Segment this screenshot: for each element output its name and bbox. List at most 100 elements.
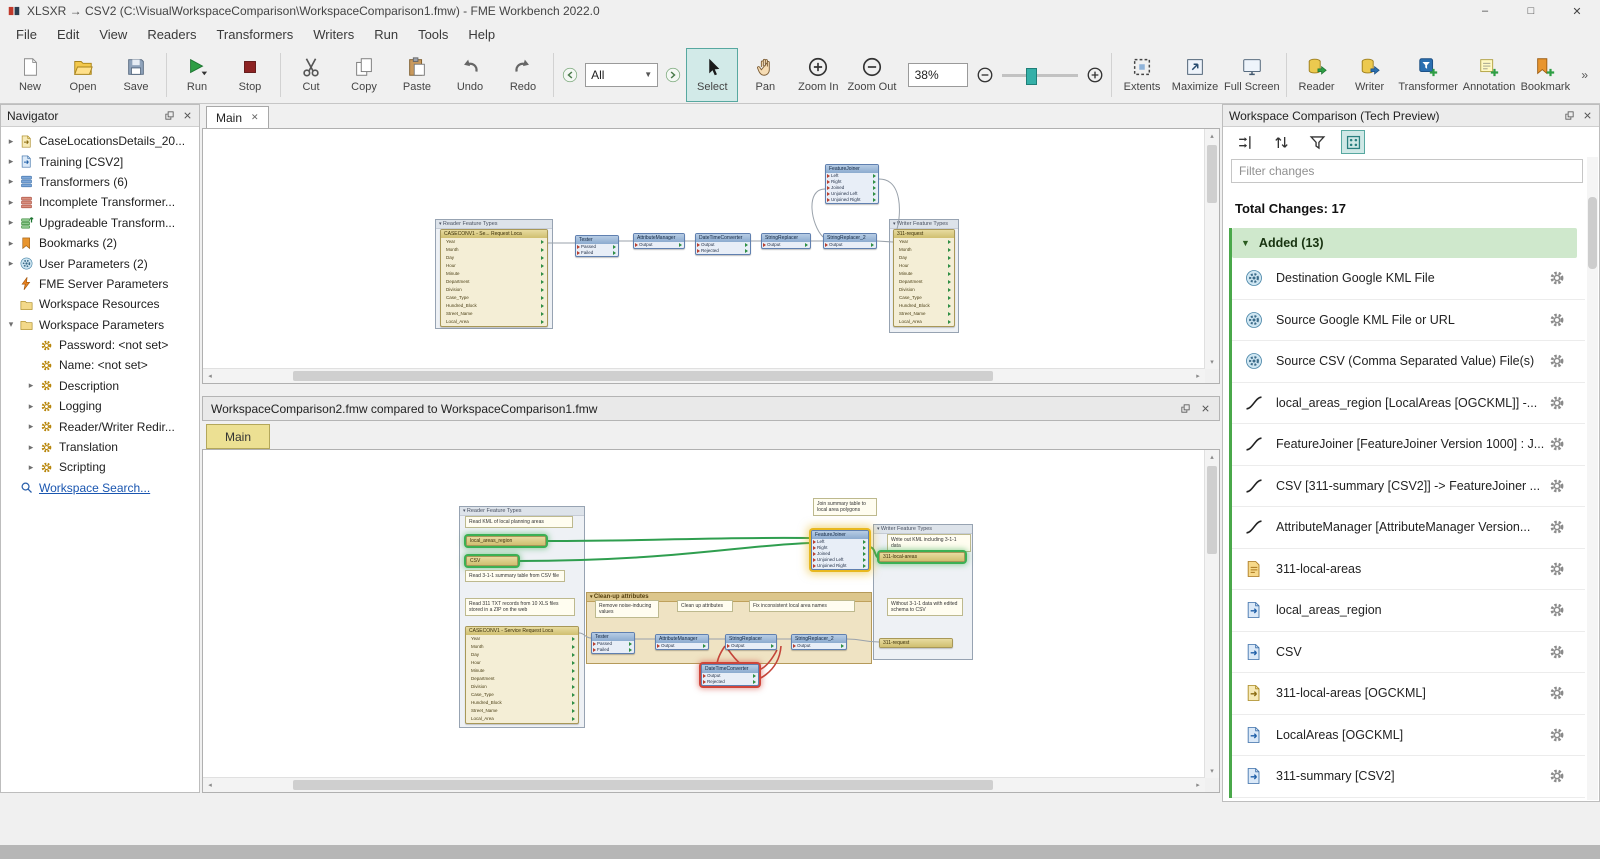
navigator-item-scripting[interactable]: ▸Scripting: [1, 457, 199, 477]
open-button[interactable]: Open: [57, 48, 109, 102]
gear-icon[interactable]: [1547, 517, 1567, 537]
gear-icon[interactable]: [1547, 310, 1567, 330]
change-item-311-summary-csv2[interactable]: 311-summary [CSV2]: [1232, 756, 1585, 798]
change-item-featurejoiner-featurejoiner-version-1000-j[interactable]: FeatureJoiner [FeatureJoiner Version 100…: [1232, 424, 1585, 466]
gear-icon[interactable]: [1547, 725, 1567, 745]
311-local-areas-writer-node[interactable]: 311-local-areas: [879, 552, 965, 562]
bookmark-button[interactable]: Bookmark: [1518, 48, 1572, 102]
workspace-canvas-1[interactable]: Reader Feature TypesWriter Feature Types…: [202, 128, 1220, 384]
toolbar-overflow-button[interactable]: »: [1573, 68, 1596, 82]
float-icon[interactable]: [1180, 403, 1191, 414]
change-item-csv[interactable]: CSV: [1232, 632, 1585, 674]
filter-changes-input[interactable]: [1231, 159, 1583, 183]
menu-view[interactable]: View: [89, 24, 137, 45]
annotation-button[interactable]: Annotation: [1461, 48, 1518, 102]
menu-edit[interactable]: Edit: [47, 24, 89, 45]
navigator-item-workspace-search[interactable]: Workspace Search...: [1, 478, 199, 498]
tester-node[interactable]: TesterPassedFailed: [591, 632, 635, 654]
highlight-on-canvas-button[interactable]: [1341, 130, 1365, 154]
navigator-item-fme-server-parameters[interactable]: FME Server Parameters: [1, 274, 199, 294]
bookmark-filter-dropdown[interactable]: All▼: [585, 63, 658, 87]
undo-button[interactable]: Undo: [444, 48, 496, 102]
annotation[interactable]: Without 3-1-1 data with edited schema to…: [887, 598, 963, 616]
filter-changes-button[interactable]: [1305, 130, 1329, 154]
local-areas-region-node[interactable]: local_areas_region: [466, 536, 546, 546]
stringreplacer-node[interactable]: StringReplacerOutput: [761, 233, 811, 249]
change-item-311-local-areas[interactable]: 311-local-areas: [1232, 549, 1585, 591]
menu-run[interactable]: Run: [364, 24, 408, 45]
zoom-slider-minus-button[interactable]: [973, 49, 997, 101]
stringreplacer2-node[interactable]: StringReplacer_2Output: [791, 634, 847, 650]
navigator-item-description[interactable]: ▸Description: [1, 376, 199, 396]
change-item-source-csv-comma-separated-value-file-s[interactable]: Source CSV (Comma Separated Value) File(…: [1232, 341, 1585, 383]
featurejoiner-node[interactable]: FeatureJoinerLeftRightJoinedUnjoined Lef…: [825, 164, 879, 204]
stringreplacer-node[interactable]: StringReplacerOutput: [725, 634, 777, 650]
menu-tools[interactable]: Tools: [408, 24, 458, 45]
tab-comparison-main[interactable]: Main: [206, 424, 270, 449]
csv-node[interactable]: CSV: [466, 556, 518, 566]
caseconv1-reader-node[interactable]: CASECONV1 - Se... Request LocaYearMonthD…: [440, 229, 548, 327]
menu-help[interactable]: Help: [458, 24, 505, 45]
annotation[interactable]: Fix inconsistent local area names: [749, 600, 855, 612]
sort-changes-button[interactable]: [1269, 130, 1293, 154]
annotation[interactable]: Clean up attributes: [677, 600, 733, 612]
gear-icon[interactable]: [1547, 476, 1567, 496]
navigator-item-user-parameters-2[interactable]: ▸User Parameters (2): [1, 253, 199, 273]
save-button[interactable]: Save: [110, 48, 162, 102]
chevron-right-icon[interactable]: ▸: [5, 136, 17, 147]
attributemanager-node[interactable]: AttributeManagerOutput: [633, 233, 685, 249]
merge-changes-button[interactable]: [1233, 130, 1257, 154]
close-icon[interactable]: [1582, 110, 1593, 121]
float-icon[interactable]: [1564, 110, 1575, 121]
menu-readers[interactable]: Readers: [137, 24, 206, 45]
menu-writers[interactable]: Writers: [303, 24, 364, 45]
navigator-item-reader-writer-redir[interactable]: ▸Reader/Writer Redir...: [1, 416, 199, 436]
cut-button[interactable]: Cut: [285, 48, 337, 102]
zoom-in-button[interactable]: Zoom In: [792, 48, 844, 102]
next-bookmark-button[interactable]: [661, 49, 685, 101]
311-request-writer-node[interactable]: 311-request: [879, 638, 953, 648]
change-item-local-areas-region-localareas-ogckml[interactable]: local_areas_region [LocalAreas [OGCKML]]…: [1232, 383, 1585, 425]
annotation[interactable]: Read 3-1-1 summary table from CSV file: [465, 570, 565, 582]
chevron-right-icon[interactable]: ▸: [5, 217, 17, 228]
zoom-slider[interactable]: [1002, 63, 1078, 87]
stop-button[interactable]: Stop: [224, 48, 276, 102]
change-item-311-local-areas-ogckml[interactable]: 311-local-areas [OGCKML]: [1232, 673, 1585, 715]
zoom-level-input[interactable]: 38%: [908, 63, 968, 87]
gear-icon[interactable]: [1547, 642, 1567, 662]
datetimeconverter-node[interactable]: DateTimeConverterOutputRejected: [701, 664, 759, 686]
navigator-item-upgradeable-transform[interactable]: ▸Upgradeable Transform...: [1, 213, 199, 233]
stringreplacer2-node[interactable]: StringReplacer_2Output: [823, 233, 877, 249]
vertical-scrollbar[interactable]: ▴ ▾: [1204, 129, 1219, 369]
navigator-item-bookmarks-2[interactable]: ▸Bookmarks (2): [1, 233, 199, 253]
maximize-button[interactable]: Maximize: [1169, 48, 1221, 102]
horizontal-scrollbar[interactable]: ◂ ▸: [203, 368, 1205, 383]
new-button[interactable]: New: [4, 48, 56, 102]
change-item-source-google-kml-file-or-url[interactable]: Source Google KML File or URL: [1232, 300, 1585, 342]
navigator-item-workspace-parameters[interactable]: ▾Workspace Parameters: [1, 315, 199, 335]
chevron-right-icon[interactable]: ▸: [5, 258, 17, 269]
gear-icon[interactable]: [1547, 393, 1567, 413]
change-item-local-areas-region[interactable]: local_areas_region: [1232, 590, 1585, 632]
navigator-item-password-not-set[interactable]: Password: <not set>: [1, 335, 199, 355]
chevron-down-icon[interactable]: ▾: [5, 319, 17, 330]
chevron-right-icon[interactable]: ▸: [25, 442, 37, 453]
chevron-right-icon[interactable]: ▸: [25, 421, 37, 432]
chevron-right-icon[interactable]: ▸: [5, 238, 17, 249]
zoom-slider-plus-button[interactable]: [1083, 49, 1107, 101]
tester-node[interactable]: TesterPassedFailed: [575, 235, 619, 257]
copy-button[interactable]: Copy: [338, 48, 390, 102]
change-item-csv-311-summary-csv2-featurejoiner[interactable]: CSV [311-summary [CSV2]] -> FeatureJoine…: [1232, 466, 1585, 508]
maximize-button[interactable]: □: [1508, 0, 1554, 22]
chevron-right-icon[interactable]: ▸: [25, 401, 37, 412]
311-request-writer-node[interactable]: 311-requestYearMonthDayHourMinuteDepartm…: [893, 229, 955, 327]
navigator-item-translation[interactable]: ▸Translation: [1, 437, 199, 457]
chevron-right-icon[interactable]: ▸: [5, 176, 17, 187]
annotation[interactable]: Remove noise-inducing values: [595, 600, 659, 618]
navigator-item-name-not-set[interactable]: Name: <not set>: [1, 355, 199, 375]
vertical-scrollbar[interactable]: ▴ ▾: [1204, 450, 1219, 778]
annotation[interactable]: Join summary table to local area polygon…: [813, 498, 877, 516]
change-item-destination-google-kml-file[interactable]: Destination Google KML File: [1232, 258, 1585, 300]
zoom-out-button[interactable]: Zoom Out: [845, 48, 898, 102]
tab-main[interactable]: Main ✕: [206, 106, 269, 128]
